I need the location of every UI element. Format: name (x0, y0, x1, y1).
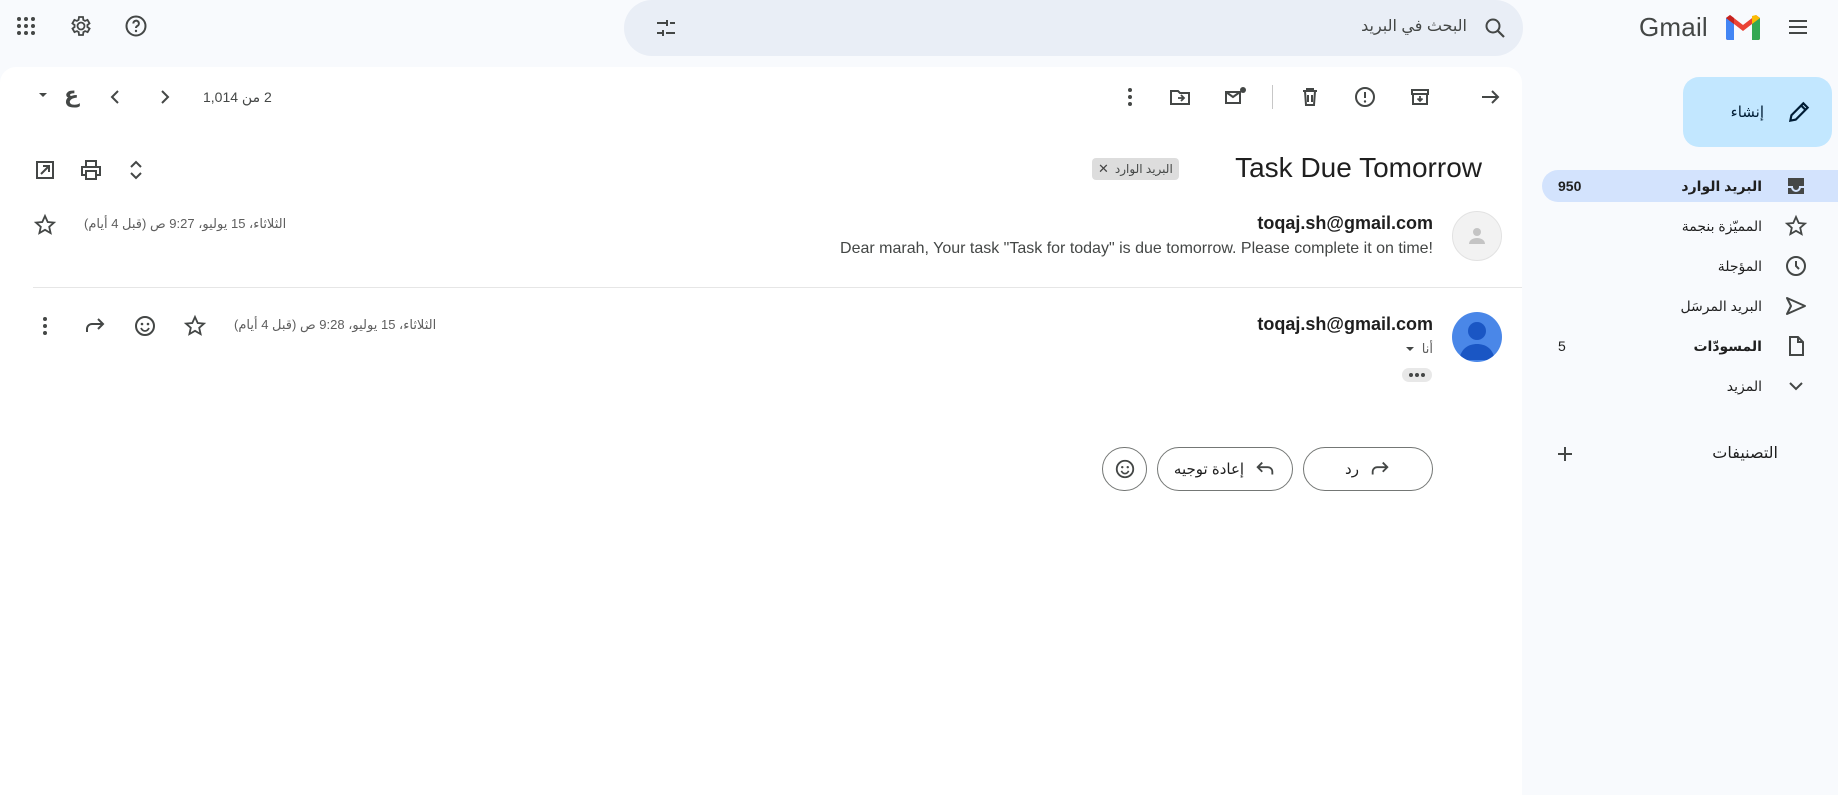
gmail-logo-icon[interactable] (1724, 12, 1762, 42)
star-icon[interactable] (175, 306, 215, 346)
sidebar-item-sent[interactable]: البريد المرسَل (1542, 290, 1838, 322)
message-divider (33, 287, 1522, 288)
input-tools-button[interactable]: ع (64, 82, 79, 108)
sidebar-item-label: البريد الوارد (1681, 177, 1762, 194)
help-icon[interactable] (116, 6, 156, 46)
gmail-wordmark: Gmail (1639, 12, 1708, 42)
reply-arrow-icon (1371, 461, 1389, 475)
inbox-count: 950 (1558, 178, 1582, 194)
back-arrow-icon[interactable] (1470, 77, 1510, 117)
toolbar-separator (1272, 85, 1273, 109)
sidebar-item-label: البريد المرسَل (1680, 297, 1762, 314)
compose-button[interactable]: إنشاء (1683, 77, 1832, 147)
star-icon (1784, 214, 1808, 238)
search-input[interactable]: البحث في البريد (1361, 16, 1467, 36)
sidebar-item-starred[interactable]: المميّزة بنجمة (1542, 210, 1838, 242)
message-1-sender[interactable]: toqaj.sh@gmail.com (1257, 213, 1433, 234)
main-menu-icon[interactable] (1778, 7, 1818, 47)
inbox-label-chip[interactable]: البريد الوارد ✕ (1092, 158, 1179, 180)
remove-label-icon[interactable]: ✕ (1098, 161, 1109, 177)
forward-button[interactable]: إعادة توجيه (1157, 447, 1293, 491)
forward-arrow-icon (1256, 461, 1274, 475)
expand-all-icon[interactable] (116, 150, 156, 190)
search-options-icon[interactable] (646, 8, 686, 48)
labels-heading: التصنيفات (1712, 445, 1778, 462)
chevron-down-icon (1784, 374, 1808, 398)
reply-button[interactable]: رد (1303, 447, 1433, 491)
recipient-dropdown-icon[interactable] (1404, 343, 1416, 355)
compose-label: إنشاء (1730, 104, 1764, 121)
email-subject: Task Due Tomorrow (1235, 152, 1482, 183)
sidebar-item-label: المسودّات (1693, 337, 1762, 354)
add-reaction-icon[interactable] (125, 306, 165, 346)
print-icon[interactable] (71, 150, 111, 190)
emoji-reaction-button[interactable] (1102, 447, 1147, 491)
sidebar-item-drafts[interactable]: 5 المسودّات (1542, 330, 1838, 362)
chevron-left-icon[interactable] (95, 77, 135, 117)
recipient-label: أنا (1421, 341, 1433, 356)
more-options-icon[interactable] (1110, 77, 1150, 117)
message-1-snippet[interactable]: Dear marah, Your task "Task for today" i… (840, 240, 1433, 258)
label-chip-text: البريد الوارد (1114, 162, 1173, 176)
more-options-icon[interactable] (25, 306, 65, 346)
sidebar-item-label: المميّزة بنجمة (1681, 217, 1762, 234)
mark-unread-icon[interactable] (1215, 77, 1255, 117)
move-to-folder-icon[interactable] (1160, 77, 1200, 117)
add-label-icon[interactable] (1545, 434, 1585, 474)
draft-icon (1784, 334, 1808, 358)
forward-button-label: إعادة توجيه (1173, 461, 1245, 478)
sidebar-item-more[interactable]: المزيد (1542, 370, 1838, 402)
sidebar-item-label: المزيد (1726, 377, 1762, 394)
drafts-count: 5 (1558, 338, 1566, 354)
open-in-new-window-icon[interactable] (25, 150, 65, 190)
clock-icon (1784, 254, 1808, 278)
pagination-text: 2 من 1,014 (203, 89, 272, 105)
emoji-icon (1115, 459, 1134, 479)
input-tools-dropdown-icon[interactable] (36, 88, 50, 102)
sidebar-item-label: المؤجلة (1717, 257, 1762, 274)
chevron-right-icon[interactable] (145, 77, 185, 117)
search-icon[interactable] (1475, 8, 1515, 48)
star-icon[interactable] (25, 205, 65, 245)
send-icon (1784, 294, 1808, 318)
search-bar[interactable]: البحث في البريد (624, 0, 1523, 56)
report-spam-icon[interactable] (1345, 77, 1385, 117)
sender-avatar[interactable] (1452, 211, 1502, 261)
sender-avatar[interactable] (1452, 312, 1502, 362)
sidebar-item-snoozed[interactable]: المؤجلة (1542, 250, 1838, 282)
message-2-date: الثلاثاء، 15 يوليو، 9:28 ص (قبل 4 أيام) (234, 317, 437, 332)
inbox-icon (1784, 174, 1808, 198)
message-2-sender[interactable]: toqaj.sh@gmail.com (1257, 314, 1433, 335)
sidebar-item-inbox[interactable]: 950 البريد الوارد (1542, 170, 1838, 202)
show-trimmed-content-icon[interactable] (1402, 368, 1432, 382)
delete-icon[interactable] (1290, 77, 1330, 117)
reply-button-label: رد (1345, 461, 1359, 478)
message-1-date: الثلاثاء، 15 يوليو، 9:27 ص (قبل 4 أيام) (84, 216, 287, 231)
settings-gear-icon[interactable] (60, 6, 100, 46)
pencil-icon (1788, 101, 1810, 123)
archive-icon[interactable] (1400, 77, 1440, 117)
recipient-details[interactable]: أنا (1404, 341, 1433, 357)
apps-grid-icon[interactable] (6, 6, 46, 46)
reply-icon[interactable] (75, 306, 115, 346)
